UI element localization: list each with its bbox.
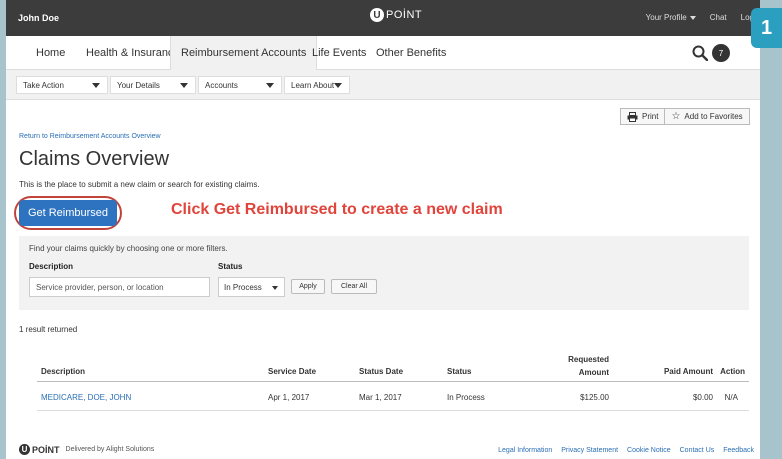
header-divider bbox=[37, 381, 749, 382]
claim-description-link[interactable]: MEDICARE, DOE, JOHN bbox=[41, 393, 131, 402]
your-details-dropdown[interactable]: Your Details bbox=[110, 76, 196, 94]
filter-hint: Find your claims quickly by choosing one… bbox=[29, 244, 228, 253]
header-requested-amount: Requested Amount bbox=[568, 355, 609, 377]
header-action: Action bbox=[720, 367, 745, 376]
contact-us-link[interactable]: Contact Us bbox=[680, 447, 715, 454]
logo-u-icon: U bbox=[370, 8, 384, 22]
result-count: 1 result returned bbox=[19, 325, 78, 334]
top-links: Your Profile Chat Log bbox=[646, 13, 754, 22]
service-date-cell: Apr 1, 2017 bbox=[268, 393, 310, 402]
cookie-notice-link[interactable]: Cookie Notice bbox=[627, 447, 671, 454]
page-title: Claims Overview bbox=[19, 148, 170, 170]
description-input[interactable] bbox=[29, 277, 210, 297]
legal-information-link[interactable]: Legal Information bbox=[498, 447, 552, 454]
star-icon: ☆ bbox=[671, 111, 681, 122]
user-name: John Doe bbox=[18, 13, 60, 23]
description-label: Description bbox=[29, 262, 74, 271]
accounts-dropdown[interactable]: Accounts bbox=[198, 76, 282, 94]
page-description: This is the place to submit a new claim … bbox=[19, 180, 260, 189]
upoint-logo[interactable]: U POİNT bbox=[370, 8, 422, 22]
printer-icon bbox=[627, 111, 638, 122]
clear-all-button[interactable]: Clear All bbox=[331, 279, 377, 294]
header-description: Description bbox=[41, 367, 86, 376]
requested-amount-cell: $125.00 bbox=[580, 393, 609, 402]
chevron-down-icon bbox=[92, 83, 100, 88]
notification-count-badge[interactable]: 7 bbox=[712, 44, 730, 62]
learn-about-dropdown[interactable]: Learn About bbox=[284, 76, 350, 94]
take-action-dropdown[interactable]: Take Action bbox=[16, 76, 108, 94]
main-nav: Home Health & Insurance Reimbursement Ac… bbox=[6, 36, 760, 70]
action-cell: N/A bbox=[724, 393, 738, 402]
logo-u-icon: U bbox=[19, 444, 30, 455]
tab-other-benefits[interactable]: Other Benefits bbox=[366, 36, 456, 70]
chat-link[interactable]: Chat bbox=[710, 13, 727, 22]
header-service-date: Service Date bbox=[268, 367, 317, 376]
chevron-down-icon bbox=[180, 83, 188, 88]
search-icon[interactable] bbox=[692, 45, 708, 61]
tab-reimbursement-accounts[interactable]: Reimbursement Accounts bbox=[170, 36, 318, 70]
delivered-by: Delivered by Alight Solutions bbox=[65, 446, 155, 453]
add-to-favorites-button[interactable]: ☆ Add to Favorites bbox=[664, 109, 748, 124]
header-status-date: Status Date bbox=[359, 367, 404, 376]
logo-text: POİNT bbox=[386, 9, 423, 21]
row-divider bbox=[37, 410, 749, 411]
footer-brand: POİNT bbox=[32, 444, 60, 455]
paid-amount-cell: $0.00 bbox=[692, 393, 713, 402]
top-bar: John Doe U POİNT Your Profile Chat Log bbox=[6, 0, 760, 36]
header-paid-amount: Paid Amount bbox=[663, 367, 713, 376]
utility-bar: Print ☆ Add to Favorites bbox=[620, 108, 750, 125]
get-reimbursed-button[interactable]: Get Reimbursed bbox=[19, 200, 117, 226]
print-button[interactable]: Print bbox=[621, 109, 664, 124]
chevron-down-icon bbox=[272, 286, 278, 290]
footer-logo: U POİNT Delivered by Alight Solutions bbox=[19, 444, 154, 455]
status-cell: In Process bbox=[447, 393, 485, 402]
return-link[interactable]: Return to Reimbursement Accounts Overvie… bbox=[19, 133, 161, 140]
chevron-down-icon bbox=[689, 15, 696, 20]
step-number-badge: 1 bbox=[751, 8, 782, 48]
filter-panel: Find your claims quickly by choosing one… bbox=[19, 236, 749, 310]
apply-button[interactable]: Apply bbox=[291, 279, 325, 294]
status-select[interactable]: In Process bbox=[218, 277, 285, 297]
your-profile-link[interactable]: Your Profile bbox=[646, 13, 696, 22]
chevron-down-icon bbox=[334, 83, 342, 88]
tab-home[interactable]: Home bbox=[26, 36, 75, 70]
instruction-callout: Click Get Reimbursed to create a new cla… bbox=[171, 201, 503, 218]
status-label: Status bbox=[218, 262, 243, 271]
header-status: Status bbox=[447, 367, 472, 376]
privacy-statement-link[interactable]: Privacy Statement bbox=[561, 447, 618, 454]
status-date-cell: Mar 1, 2017 bbox=[359, 393, 402, 402]
upoint-window: John Doe U POİNT Your Profile Chat Log H… bbox=[6, 0, 760, 459]
chevron-down-icon bbox=[266, 83, 274, 88]
feedback-link[interactable]: Feedback bbox=[723, 447, 754, 454]
footer-links: Legal Information Privacy Statement Cook… bbox=[498, 447, 754, 454]
sub-nav: Take Action Your Details Accounts Learn … bbox=[6, 70, 760, 100]
